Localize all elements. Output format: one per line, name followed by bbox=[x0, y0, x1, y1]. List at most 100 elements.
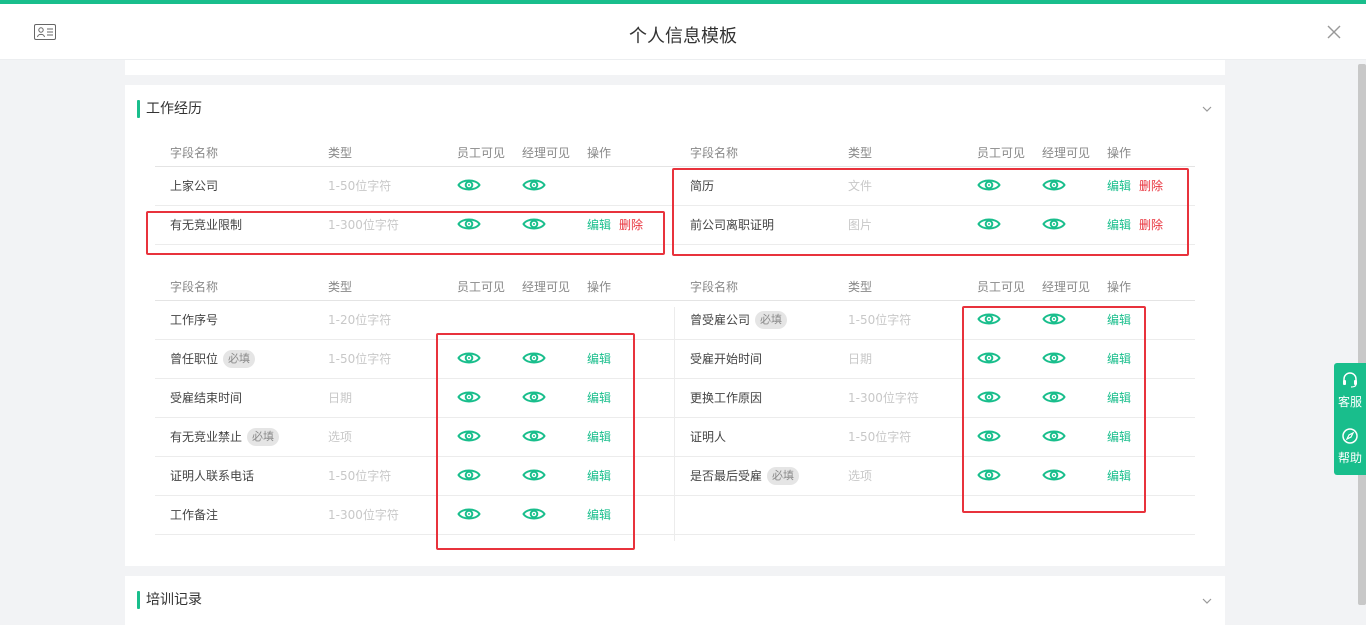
employee-visible-cell bbox=[457, 418, 481, 457]
table-header-row: 字段名称 类型 员工可见 经理可见 操作 bbox=[675, 146, 1195, 167]
customer-service-button[interactable]: 客服 bbox=[1334, 363, 1366, 419]
eye-icon[interactable] bbox=[1042, 216, 1066, 232]
edit-button[interactable]: 编辑 bbox=[587, 430, 611, 444]
table-row: 上家公司 1-50位字符 bbox=[155, 167, 675, 206]
table-header-row: 字段名称 类型 员工可见 经理可见 操作 bbox=[155, 280, 675, 301]
eye-icon[interactable] bbox=[977, 428, 1001, 444]
field-name-cell: 是否最后受雇 必填 bbox=[690, 457, 800, 496]
employee-visible-cell bbox=[977, 167, 1001, 206]
table-row: 工作序号 1-20位字符 bbox=[155, 301, 675, 340]
table-row: 证明人 1-50位字符 编辑 bbox=[675, 418, 1195, 457]
chevron-down-icon[interactable] bbox=[1201, 103, 1213, 115]
field-name: 有无竞业限制 bbox=[170, 218, 243, 232]
eye-icon[interactable] bbox=[522, 506, 546, 522]
header-field-name: 字段名称 bbox=[170, 146, 219, 160]
field-name: 工作序号 bbox=[170, 313, 219, 327]
eye-icon[interactable] bbox=[522, 177, 546, 193]
side-tool-label: 帮助 bbox=[1337, 451, 1362, 465]
field-name: 上家公司 bbox=[170, 179, 219, 193]
delete-button[interactable]: 删除 bbox=[619, 218, 643, 232]
eye-icon[interactable] bbox=[457, 506, 481, 522]
table-row: 受雇开始时间 日期 编辑 bbox=[675, 340, 1195, 379]
field-name-cell: 证明人联系电话 bbox=[170, 457, 254, 496]
edit-button[interactable]: 编辑 bbox=[1107, 469, 1131, 483]
employee-visible-cell bbox=[977, 340, 1001, 379]
delete-button[interactable]: 删除 bbox=[1139, 179, 1163, 193]
edit-button[interactable]: 编辑 bbox=[1107, 179, 1131, 193]
help-button[interactable]: 帮助 bbox=[1334, 419, 1366, 475]
employee-visible-cell bbox=[977, 301, 1001, 340]
eye-icon[interactable] bbox=[977, 216, 1001, 232]
eye-icon[interactable] bbox=[457, 177, 481, 193]
edit-button[interactable]: 编辑 bbox=[1107, 430, 1131, 444]
close-icon[interactable] bbox=[1326, 24, 1342, 40]
eye-icon[interactable] bbox=[1042, 389, 1066, 405]
edit-button[interactable]: 编辑 bbox=[587, 218, 611, 232]
field-name-cell: 工作备注 bbox=[170, 496, 218, 535]
field-type: 文件 bbox=[848, 179, 873, 193]
field-name-cell: 有无竞业禁止 必填 bbox=[170, 418, 280, 457]
edit-button[interactable]: 编辑 bbox=[587, 508, 611, 522]
eye-icon[interactable] bbox=[522, 216, 546, 232]
edit-button[interactable]: 编辑 bbox=[1107, 391, 1131, 405]
edit-button[interactable]: 编辑 bbox=[587, 469, 611, 483]
delete-button[interactable]: 删除 bbox=[1139, 218, 1163, 232]
field-name: 受雇结束时间 bbox=[170, 391, 243, 405]
field-type: 1-300位字符 bbox=[328, 218, 399, 232]
field-name-cell: 前公司离职证明 bbox=[690, 206, 774, 245]
field-name: 曾任职位 bbox=[170, 352, 219, 366]
eye-icon[interactable] bbox=[457, 389, 481, 405]
manager-visible-cell bbox=[522, 496, 546, 535]
eye-icon[interactable] bbox=[457, 467, 481, 483]
edit-button[interactable]: 编辑 bbox=[587, 391, 611, 405]
table-row-empty bbox=[675, 496, 1195, 535]
eye-icon[interactable] bbox=[1042, 428, 1066, 444]
action-cell: 编辑 bbox=[1107, 418, 1139, 457]
field-name-cell: 曾受雇公司 必填 bbox=[690, 301, 788, 340]
eye-icon[interactable] bbox=[977, 389, 1001, 405]
action-cell: 编辑 bbox=[587, 418, 619, 457]
eye-icon[interactable] bbox=[977, 467, 1001, 483]
required-badge: 必填 bbox=[247, 428, 280, 446]
header-manager-visible: 经理可见 bbox=[522, 146, 571, 160]
eye-icon[interactable] bbox=[977, 350, 1001, 366]
manager-visible-cell bbox=[522, 418, 546, 457]
edit-button[interactable]: 编辑 bbox=[587, 352, 611, 366]
field-name: 工作备注 bbox=[170, 508, 219, 522]
edit-button[interactable]: 编辑 bbox=[1107, 313, 1131, 327]
eye-icon[interactable] bbox=[977, 177, 1001, 193]
field-type: 日期 bbox=[328, 391, 353, 405]
required-badge: 必填 bbox=[755, 311, 788, 329]
eye-icon[interactable] bbox=[1042, 350, 1066, 366]
eye-icon[interactable] bbox=[522, 389, 546, 405]
table-row: 有无竞业禁止 必填 选项 编辑 bbox=[155, 418, 675, 457]
section-title-training-records: 培训记录 bbox=[137, 591, 202, 609]
field-name: 前公司离职证明 bbox=[690, 218, 775, 232]
eye-icon[interactable] bbox=[1042, 467, 1066, 483]
header-action: 操作 bbox=[587, 146, 612, 160]
field-name-cell: 证明人 bbox=[690, 418, 726, 457]
eye-icon[interactable] bbox=[457, 428, 481, 444]
table-row: 工作备注 1-300位字符 编辑 bbox=[155, 496, 675, 535]
eye-icon[interactable] bbox=[1042, 311, 1066, 327]
manager-visible-cell bbox=[1042, 457, 1066, 496]
eye-icon[interactable] bbox=[522, 350, 546, 366]
chevron-down-icon[interactable] bbox=[1201, 595, 1213, 607]
action-cell: 编辑 bbox=[1107, 379, 1139, 418]
eye-icon[interactable] bbox=[1042, 177, 1066, 193]
system-fields-table-left: 字段名称 类型 员工可见 经理可见 操作 工作序号 1-20位字符 曾任职位 必填 1-50位字符… bbox=[155, 280, 675, 535]
modal-header: 个人信息模板 bbox=[0, 4, 1366, 60]
eye-icon[interactable] bbox=[457, 216, 481, 232]
edit-button[interactable]: 编辑 bbox=[1107, 352, 1131, 366]
eye-icon[interactable] bbox=[457, 350, 481, 366]
field-name: 更换工作原因 bbox=[690, 391, 763, 405]
eye-icon[interactable] bbox=[522, 428, 546, 444]
employee-visible-cell bbox=[457, 167, 481, 206]
eye-icon[interactable] bbox=[522, 467, 546, 483]
scrollbar[interactable] bbox=[1358, 64, 1366, 605]
edit-button[interactable]: 编辑 bbox=[1107, 218, 1131, 232]
manager-visible-cell bbox=[522, 457, 546, 496]
field-type: 1-50位字符 bbox=[848, 313, 912, 327]
side-tool-label: 客服 bbox=[1337, 395, 1362, 409]
eye-icon[interactable] bbox=[977, 311, 1001, 327]
